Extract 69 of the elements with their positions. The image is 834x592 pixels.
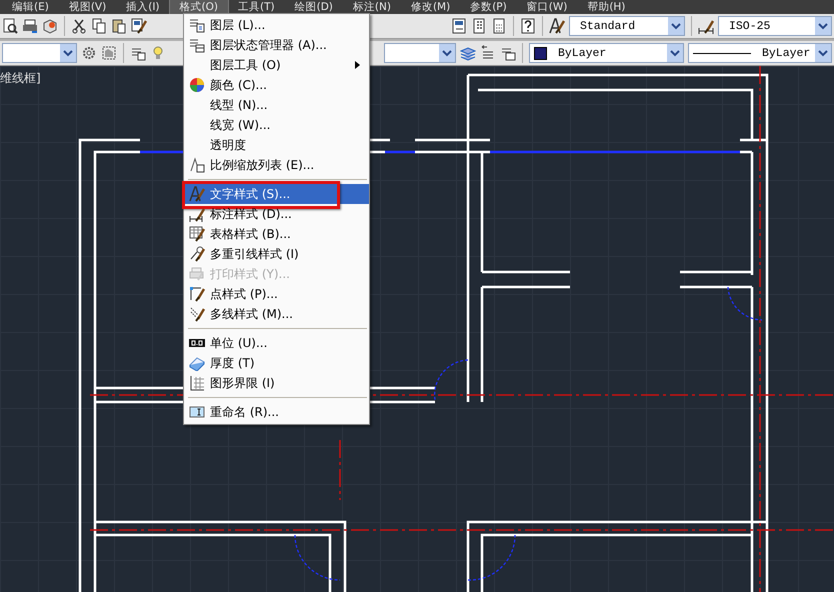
menu-bar-item[interactable]: 工具(T) [228, 0, 285, 14]
menu-bar-item[interactable]: 视图(V) [58, 0, 116, 14]
menu-bar-item[interactable]: 格式(O) [170, 0, 228, 14]
menu-item[interactable]: 多重引线样式 (I) [184, 244, 369, 264]
copy-icon[interactable] [91, 18, 107, 34]
point-brush-icon [189, 286, 205, 302]
layer-arrow-icon[interactable] [480, 45, 496, 61]
layer-dropdown[interactable] [384, 43, 456, 63]
menu-item[interactable]: 多线样式 (M)... [184, 304, 369, 324]
dimension-style-dropdown[interactable]: ISO-25 [718, 16, 832, 36]
letter-brush-icon [189, 186, 205, 202]
menu-item[interactable]: 比例缩放列表 (E)... [184, 155, 369, 175]
paste-icon[interactable] [111, 18, 127, 34]
layer-stack-icon[interactable] [460, 45, 476, 61]
scissors-icon[interactable] [71, 18, 87, 34]
dotted-line-brush-icon [189, 306, 205, 322]
panel-icon[interactable] [451, 18, 467, 34]
leader-brush-icon [189, 246, 205, 262]
viewport-label: 维线框] [0, 70, 41, 87]
menu-item[interactable]: 文字样式 (S)... [184, 184, 369, 204]
table-brush-icon [189, 226, 205, 242]
menu-item[interactable]: 线宽 (W)... [184, 115, 369, 135]
menu-item[interactable]: 厚度 (T) [184, 353, 369, 373]
menu-item[interactable]: 标注样式 (D)... [184, 204, 369, 224]
color-wheel-icon [189, 77, 205, 93]
menu-bar-item[interactable]: 插入(I) [116, 0, 170, 14]
help-icon[interactable] [520, 18, 536, 34]
linetype-dropdown[interactable]: ByLayer [688, 43, 832, 63]
submenu-arrow-icon [353, 60, 361, 70]
gear-icon[interactable] [81, 45, 97, 61]
menu-bar-item[interactable]: 绘图(D) [284, 0, 343, 14]
menu-item[interactable]: 重命名 (R)... [184, 402, 369, 422]
menu-item[interactable]: 图形界限 (I) [184, 373, 369, 393]
menu-bar-item[interactable]: 帮助(H) [577, 0, 636, 14]
slab-icon [189, 355, 205, 371]
triangle-list-icon [189, 157, 205, 173]
menu-item[interactable]: 图层 (L)... [184, 15, 369, 35]
layers-icon [189, 17, 205, 33]
dimension-style-icon[interactable] [698, 18, 714, 34]
menu-item[interactable]: 单位 (U)... [184, 333, 369, 353]
menu-bar-item[interactable]: 窗口(W) [516, 0, 578, 14]
color-swatch [534, 46, 547, 60]
calculator-icon[interactable] [491, 18, 507, 34]
frame-icon[interactable] [101, 45, 117, 61]
color-dropdown[interactable]: ByLayer [529, 43, 684, 63]
menu-bar-item[interactable]: 参数(P) [460, 0, 517, 14]
text-box-icon [189, 404, 205, 420]
layer-dropdown[interactable] [2, 43, 77, 63]
menu-item[interactable]: 线型 (N)... [184, 95, 369, 115]
menu-item[interactable]: 点样式 (P)... [184, 284, 369, 304]
text-style-dropdown[interactable]: Standard [569, 16, 685, 36]
menu-bar-item[interactable]: 编辑(E) [2, 0, 59, 14]
brush-page-icon[interactable] [131, 18, 147, 34]
menu-item[interactable]: 图层工具 (O) [184, 55, 369, 75]
linetype-line [693, 52, 751, 54]
grid-panel-icon[interactable] [471, 18, 487, 34]
menu-item[interactable]: 透明度 [184, 135, 369, 155]
grid-icon [189, 375, 205, 391]
printer-icon [189, 266, 205, 282]
menu-bar-item[interactable]: 修改(M) [400, 0, 460, 14]
printer-icon[interactable] [22, 18, 38, 34]
menu-item[interactable]: 表格样式 (B)... [184, 224, 369, 244]
magnifier-page-icon[interactable] [2, 18, 18, 34]
menu-bar-item[interactable]: 标注(N) [342, 0, 401, 14]
menu-item[interactable]: 图层状态管理器 (A)... [184, 35, 369, 55]
layers-table-icon [189, 37, 205, 53]
menu-item[interactable]: 颜色 (C)... [184, 75, 369, 95]
text-style-icon[interactable] [549, 18, 565, 34]
dimension-brush-icon [189, 206, 205, 222]
